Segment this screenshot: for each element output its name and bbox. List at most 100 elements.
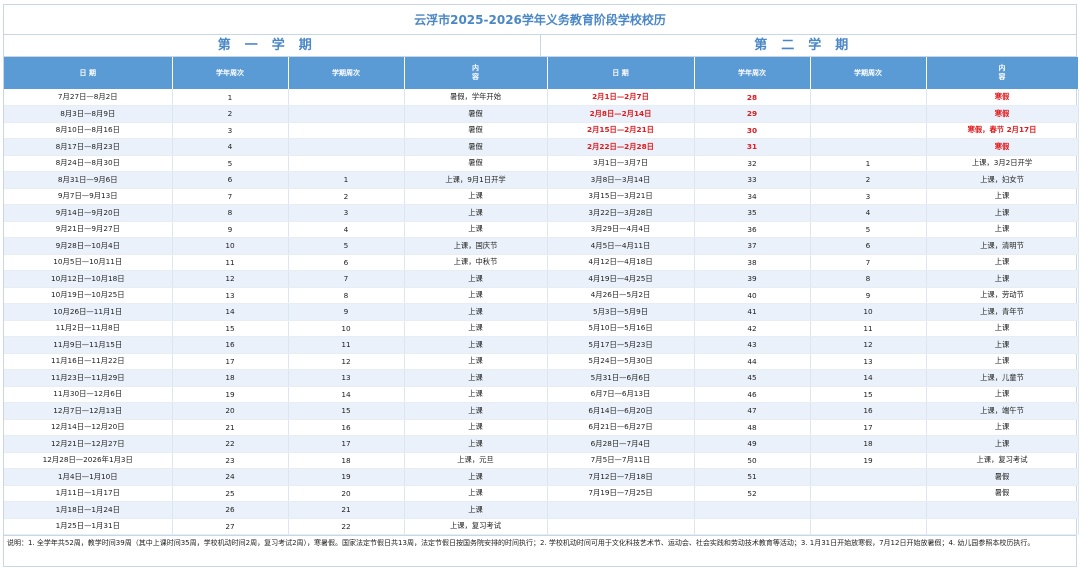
cell-term-week-2: 1 [810, 155, 927, 172]
cell-year-week-1: 23 [172, 452, 289, 469]
cell-year-week-2: 43 [694, 336, 811, 354]
cell-date-2: 4月12日—4月18日 [547, 254, 695, 271]
table-row: 12月21日—12月27日 22 17 上课 6月28日—7月4日 49 18 上课 [4, 435, 1079, 453]
cell-content-2: 上课，3月2日开学 [926, 155, 1079, 172]
table-header-row: 日 期 学年周次 学期周次 内 容 日 期 学年周次 学期周次 内 容 [4, 57, 1079, 89]
cell-term-week-1 [288, 155, 405, 172]
cell-date-2: 2月15日—2月21日 [547, 122, 695, 139]
cell-year-week-1: 12 [172, 270, 289, 288]
cell-date-1: 1月18日—1月24日 [4, 501, 173, 519]
cell-term-week-2: 16 [810, 402, 927, 420]
footnote: 说明：1. 全学年共52周，教学时间39周（其中上课时间35周，学校机动时间2周… [4, 535, 1076, 551]
table-row: 8月24日—8月30日 5 暑假 3月1日—3月7日 32 1 上课，3月2日开学 [4, 155, 1079, 172]
cell-year-week-2: 50 [694, 452, 811, 469]
cell-year-week-1: 8 [172, 204, 289, 222]
cell-content-1: 上课 [404, 485, 548, 502]
cell-term-week-1: 5 [288, 237, 405, 255]
cell-content-2: 上课，复习考试 [926, 452, 1079, 469]
header-year-week-1: 学年周次 [172, 57, 289, 89]
cell-content-1: 上课 [404, 188, 548, 205]
cell-year-week-2: 33 [694, 171, 811, 189]
cell-content-1: 上课 [404, 221, 548, 238]
cell-term-week-2: 6 [810, 237, 927, 255]
cell-date-1: 1月4日—1月10日 [4, 468, 173, 486]
cell-year-week-1: 24 [172, 468, 289, 486]
cell-content-1: 上课 [404, 303, 548, 321]
header-content-2: 内 容 [926, 57, 1079, 89]
term-header-row: 第一学期 第二学期 [4, 35, 1076, 57]
cell-date-2: 7月5日—7月11日 [547, 452, 695, 469]
cell-year-week-2: 29 [694, 105, 811, 123]
cell-term-week-1: 1 [288, 171, 405, 189]
cell-content-1: 暑假 [404, 122, 548, 139]
cell-content-1: 上课，元旦 [404, 452, 548, 469]
cell-term-week-1: 11 [288, 336, 405, 354]
cell-term-week-1: 2 [288, 188, 405, 205]
cell-term-week-1: 6 [288, 254, 405, 271]
cell-term-week-1 [288, 105, 405, 123]
table-row: 11月23日—11月29日 18 13 上课 5月31日—6月6日 45 14 上课，儿童节 [4, 369, 1079, 387]
cell-year-week-2: 41 [694, 303, 811, 321]
table-row: 8月31日—9月6日 6 1 上课，9月1日开学 3月8日—3月14日 33 2 上课，妇女节 [4, 171, 1079, 189]
cell-term-week-1 [288, 138, 405, 156]
cell-term-week-2: 11 [810, 320, 927, 337]
table-row: 11月2日—11月8日 15 10 上课 5月10日—5月16日 42 11 上课 [4, 320, 1079, 337]
cell-year-week-1: 4 [172, 138, 289, 156]
cell-term-week-1: 22 [288, 518, 405, 535]
cell-content-1: 上课 [404, 435, 548, 453]
cell-date-1: 11月16日—11月22日 [4, 353, 173, 370]
cell-date-2: 2月1日—2月7日 [547, 89, 695, 106]
cell-date-2: 6月14日—6月20日 [547, 402, 695, 420]
cell-date-2: 5月3日—5月9日 [547, 303, 695, 321]
cell-date-1: 10月5日—10月11日 [4, 254, 173, 271]
table-body: 7月27日—8月2日 1 暑假，学年开始 2月1日—2月7日 28 寒假 8月3日—8月9日… [4, 89, 1079, 535]
cell-content-2: 上课，儿童节 [926, 369, 1079, 387]
table-row: 1月11日—1月17日 25 20 上课 7月19日—7月25日 52 暑假 [4, 485, 1079, 502]
table-row: 10月5日—10月11日 11 6 上课，中秋节 4月12日—4月18日 38 7 上课 [4, 254, 1079, 271]
header-date-2: 日 期 [547, 57, 695, 89]
cell-date-2: 7月19日—7月25日 [547, 485, 695, 502]
cell-date-2: 2月8日—2月14日 [547, 105, 695, 123]
cell-year-week-2: 52 [694, 485, 811, 502]
cell-date-2: 7月12日—7月18日 [547, 468, 695, 486]
cell-content-1: 上课 [404, 336, 548, 354]
cell-term-week-2: 8 [810, 270, 927, 288]
cell-term-week-2: 4 [810, 204, 927, 222]
cell-term-week-2: 7 [810, 254, 927, 271]
cell-date-1: 12月28日—2026年1月3日 [4, 452, 173, 469]
cell-content-1: 上课 [404, 501, 548, 519]
term1-title: 第一学期 [217, 38, 326, 53]
cell-date-2: 6月21日—6月27日 [547, 419, 695, 436]
cell-term-week-1: 9 [288, 303, 405, 321]
cell-year-week-1: 27 [172, 518, 289, 535]
cell-content-1: 暑假，学年开始 [404, 89, 548, 106]
cell-year-week-2 [694, 518, 811, 535]
cell-term-week-1: 20 [288, 485, 405, 502]
table-row: 10月19日—10月25日 13 8 上课 4月26日—5月2日 40 9 上课，劳动节 [4, 287, 1079, 304]
cell-year-week-2: 49 [694, 435, 811, 453]
cell-year-week-1: 22 [172, 435, 289, 453]
cell-content-1: 上课 [404, 287, 548, 304]
cell-date-2: 4月19日—4月25日 [547, 270, 695, 288]
cell-year-week-2: 36 [694, 221, 811, 238]
cell-content-2: 暑假 [926, 468, 1079, 486]
table-row: 1月4日—1月10日 24 19 上课 7月12日—7月18日 51 暑假 [4, 468, 1079, 486]
table-row: 9月21日—9月27日 9 4 上课 3月29日—4月4日 36 5 上课 [4, 221, 1079, 238]
cell-term-week-2: 14 [810, 369, 927, 387]
table-row: 12月14日—12月20日 21 16 上课 6月21日—6月27日 48 17 上课 [4, 419, 1079, 436]
cell-year-week-2: 46 [694, 386, 811, 403]
cell-term-week-1: 13 [288, 369, 405, 387]
cell-term-week-2: 3 [810, 188, 927, 205]
table-row: 9月7日—9月13日 7 2 上课 3月15日—3月21日 34 3 上课 [4, 188, 1079, 205]
header-date-1: 日 期 [4, 57, 173, 89]
cell-date-1: 11月30日—12月6日 [4, 386, 173, 403]
cell-date-1: 9月21日—9月27日 [4, 221, 173, 238]
cell-term-week-1: 12 [288, 353, 405, 370]
cell-content-2: 上课 [926, 270, 1079, 288]
cell-year-week-1: 26 [172, 501, 289, 519]
cell-term-week-2: 15 [810, 386, 927, 403]
cell-content-2: 寒假 [926, 105, 1079, 123]
header-content-1: 内 容 [404, 57, 548, 89]
cell-date-1: 8月24日—8月30日 [4, 155, 173, 172]
cell-term-week-2: 12 [810, 336, 927, 354]
